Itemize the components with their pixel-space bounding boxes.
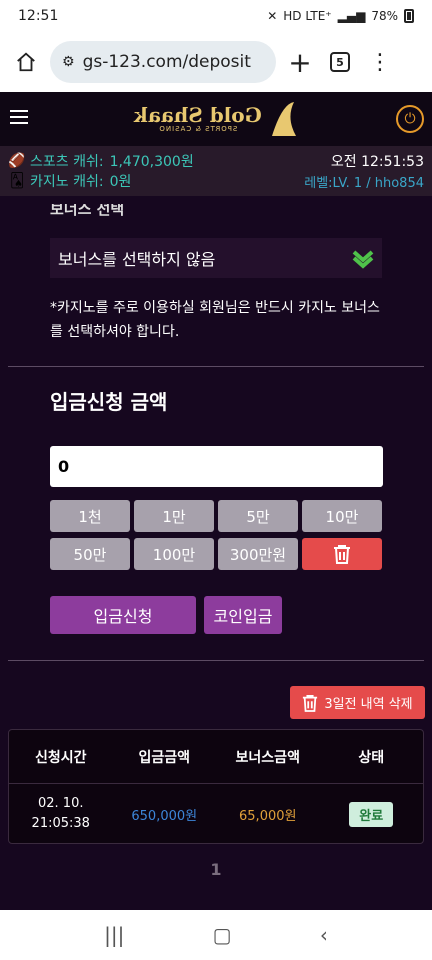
tab-count: 5 — [330, 52, 350, 72]
clear-amount-button[interactable] — [302, 538, 382, 570]
deposit-history-table: 신청시간 입금금액 보너스금액 상태 02. 10. 21:05:38 650,… — [8, 729, 424, 844]
section-divider — [8, 366, 424, 367]
casino-cards-icon: 🂡 — [9, 173, 25, 189]
address-bar[interactable]: ⚙ gs-123.com/deposit — [50, 41, 276, 83]
delete-old-history-button[interactable]: 3일전 내역 삭제 — [290, 686, 425, 719]
amount-button-500k[interactable]: 50만 — [50, 538, 130, 570]
logo-name: Gold Shaak — [134, 103, 262, 127]
amount-input[interactable] — [50, 446, 383, 487]
bonus-heading: 보너스 선택 — [50, 200, 125, 218]
request-time-cell: 02. 10. 21:05:38 — [9, 794, 113, 834]
logout-power-icon[interactable]: ⏻ — [396, 105, 424, 133]
amount-button-1m[interactable]: 100만 — [134, 538, 214, 570]
logo-subtitle: SPORTS & CASINO — [158, 125, 238, 133]
network-indicator: HD LTE⁺ — [283, 9, 332, 23]
battery-percent: 78% — [371, 9, 398, 23]
system-nav-bar: ||| ▢ ‹ — [0, 910, 432, 960]
site-header: Gold Shaak SPORTS & CASINO ⏻ — [0, 92, 432, 146]
url-text: gs-123.com/deposit — [82, 52, 251, 72]
deposit-amount-cell: 650,000원 — [131, 808, 198, 824]
section-divider — [8, 660, 424, 661]
signal-icon: ▂▄▆ — [337, 9, 366, 23]
table-header: 신청시간 입금금액 보너스금액 상태 — [9, 730, 423, 784]
shark-fin-icon — [271, 102, 296, 136]
browser-toolbar: ⚙ gs-123.com/deposit + 5 ⋮ — [0, 32, 432, 92]
overflow-menu-icon[interactable]: ⋮ — [364, 46, 396, 78]
status-time: 12:51 — [18, 8, 59, 24]
sports-cash-value: 1,470,300원 — [109, 154, 194, 170]
status-cell: 완료 — [320, 801, 424, 827]
status-indicators: ✕ HD LTE⁺ ▂▄▆ 78% — [267, 9, 414, 23]
server-clock: 오전 12:51:53 — [330, 154, 424, 170]
amount-button-50k[interactable]: 5만 — [218, 500, 298, 532]
chevron-down-icon — [352, 250, 374, 269]
amount-button-1k[interactable]: 1천 — [50, 500, 130, 532]
sports-ball-icon: 🏈 — [8, 153, 26, 169]
site-logo[interactable]: Gold Shaak SPORTS & CASINO — [134, 100, 298, 138]
sports-cash-label: 스포츠 캐쉬: — [30, 154, 104, 170]
column-header: 입금금액 — [138, 749, 191, 766]
casino-cash-label: 카지노 캐쉬: — [30, 174, 104, 190]
bonus-notice: *카지노를 주로 이용하실 회원님은 반드시 카지노 보너스를 선택하셔야 합니… — [50, 300, 380, 340]
amount-button-3m[interactable]: 300만원 — [218, 538, 298, 570]
casino-cash-value: 0원 — [109, 174, 132, 190]
bonus-amount-cell: 65,000원 — [239, 808, 297, 824]
deposit-submit-button[interactable]: 입금신청 — [50, 596, 196, 634]
deposit-page: 보너스 선택 보너스를 선택하지 않음 *카지노를 주로 이용하실 회원님은 반… — [0, 196, 432, 910]
bonus-select[interactable]: 보너스를 선택하지 않음 — [50, 238, 382, 278]
status-badge: 완료 — [349, 801, 394, 827]
request-clock: 21:05:38 — [31, 816, 90, 831]
status-bar: 12:51 ✕ HD LTE⁺ ▂▄▆ 78% — [0, 0, 432, 32]
home-icon[interactable] — [10, 46, 42, 78]
trash-icon — [334, 545, 350, 564]
delete-old-history-label: 3일전 내역 삭제 — [324, 697, 413, 712]
table-row: 02. 10. 21:05:38 650,000원 65,000원 완료 — [9, 784, 423, 844]
coin-deposit-button[interactable]: 코인입금 — [204, 596, 282, 634]
amount-button-10k[interactable]: 1만 — [134, 500, 214, 532]
mute-icon: ✕ — [267, 9, 278, 23]
pagination-page-1[interactable]: 1 — [0, 860, 432, 879]
tabs-button[interactable]: 5 — [324, 46, 356, 78]
deposit-amount-title: 입금신청 금액 — [50, 390, 168, 414]
home-nav-icon[interactable]: ▢ — [213, 923, 232, 947]
request-date: 02. 10. — [38, 796, 84, 811]
column-header: 상태 — [358, 749, 385, 766]
trash-icon — [303, 694, 318, 712]
hamburger-menu-icon[interactable] — [10, 110, 28, 124]
bonus-selected-value: 보너스를 선택하지 않음 — [58, 250, 216, 269]
account-info-bar: 🏈 스포츠 캐쉬: 1,470,300원 오전 12:51:53 🂡 카지노 캐… — [0, 146, 432, 196]
column-header: 신청시간 — [34, 749, 87, 766]
recent-apps-icon[interactable]: ||| — [104, 923, 124, 947]
new-tab-icon[interactable]: + — [284, 46, 316, 79]
amount-button-100k[interactable]: 10만 — [302, 500, 382, 532]
user-level: 레벨:LV. 1 / hho854 — [304, 175, 424, 191]
battery-icon — [404, 9, 414, 23]
site-settings-icon[interactable]: ⚙ — [62, 54, 75, 70]
back-icon[interactable]: ‹ — [320, 923, 328, 947]
column-header: 보너스금액 — [235, 749, 300, 766]
